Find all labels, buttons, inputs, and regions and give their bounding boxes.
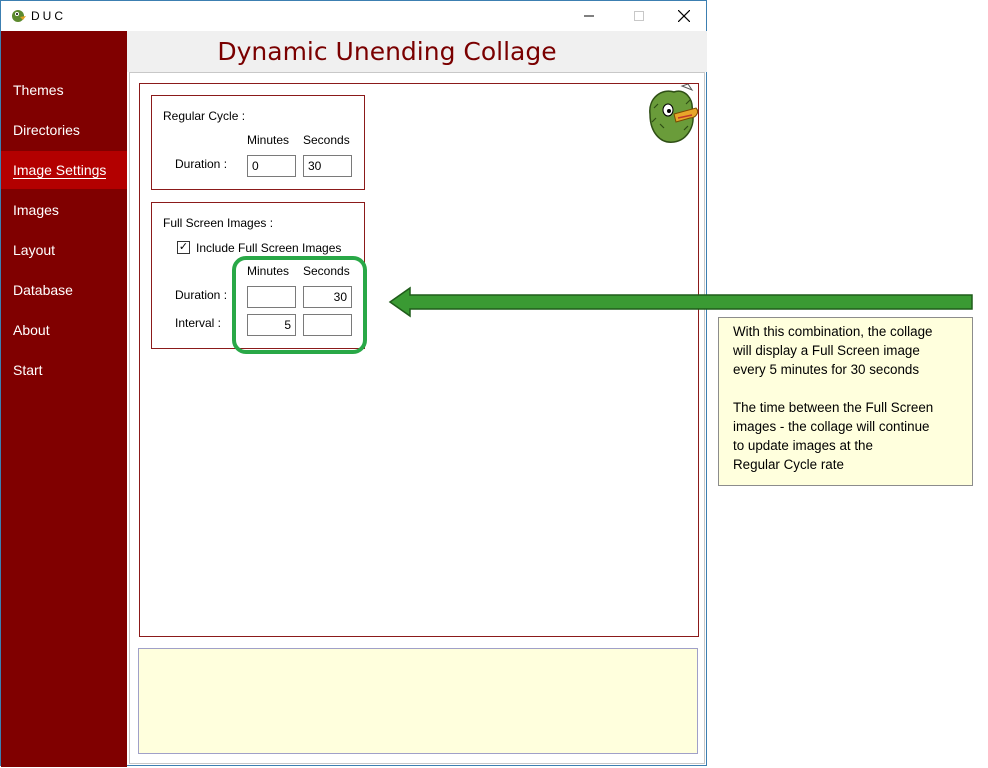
sidebar-item-start[interactable]: Start: [1, 351, 127, 389]
include-full-screen-label: Include Full Screen Images: [196, 241, 342, 255]
minimize-button[interactable]: [566, 1, 612, 31]
sidebar-item-about[interactable]: About: [1, 311, 127, 349]
full-seconds-header: Seconds: [303, 264, 350, 278]
message-area: [138, 648, 698, 754]
sidebar-item-label: Layout: [13, 242, 56, 258]
regular-minutes-header: Minutes: [247, 133, 290, 147]
full-duration-minutes-input[interactable]: [247, 286, 296, 308]
full-duration-seconds-input[interactable]: [303, 286, 352, 308]
maximize-button[interactable]: [616, 1, 662, 31]
close-icon: [678, 10, 690, 22]
sidebar-item-label: Start: [13, 362, 43, 378]
sidebar-item-themes[interactable]: Themes: [1, 71, 127, 109]
regular-cycle-title: Regular Cycle :: [163, 109, 246, 123]
close-button[interactable]: [661, 1, 707, 31]
full-interval-label: Interval :: [175, 316, 222, 330]
note-line: With this combination, the collage: [733, 324, 933, 339]
duck-logo-icon: [649, 84, 699, 143]
sidebar-item-label: Directories: [13, 122, 80, 138]
duck-app-icon: [12, 10, 26, 22]
sidebar-item-directories[interactable]: Directories: [1, 111, 127, 149]
sidebar-nav: Themes Directories Image Settings Images…: [1, 31, 127, 767]
note-line: Regular Cycle rate: [733, 457, 844, 472]
note-line: to update images at the: [733, 438, 873, 453]
include-full-screen-checkbox[interactable]: ✓: [177, 241, 190, 254]
full-interval-minutes-input[interactable]: [247, 314, 296, 336]
sidebar-item-label: Database: [13, 282, 73, 298]
title-bar[interactable]: DUC: [1, 1, 706, 31]
regular-duration-minutes-input[interactable]: [247, 155, 296, 177]
arrow-left-icon: [388, 286, 973, 318]
note-line: images - the collage will continue: [733, 419, 930, 434]
sidebar-item-image-settings[interactable]: Image Settings: [1, 151, 127, 189]
sidebar-item-label: Themes: [13, 82, 64, 98]
sidebar-item-label: Image Settings: [13, 162, 107, 179]
full-screen-title: Full Screen Images :: [163, 216, 274, 230]
full-interval-seconds-input[interactable]: [303, 314, 352, 336]
page-header: Dynamic Unending Collage: [127, 31, 707, 72]
window-title: DUC: [31, 9, 66, 23]
regular-duration-label: Duration :: [175, 157, 228, 171]
full-minutes-header: Minutes: [247, 264, 290, 278]
regular-duration-seconds-input[interactable]: [303, 155, 352, 177]
full-duration-label: Duration :: [175, 288, 228, 302]
sidebar-item-label: Images: [13, 202, 59, 218]
sidebar-item-images[interactable]: Images: [1, 191, 127, 229]
note-line: every 5 minutes for 30 seconds: [733, 362, 920, 377]
maximize-icon: [634, 11, 644, 21]
annotation-note: With this combination, the collage will …: [718, 317, 973, 486]
note-line: The time between the Full Screen: [733, 400, 934, 415]
sidebar-item-layout[interactable]: Layout: [1, 231, 127, 269]
minimize-icon: [584, 15, 594, 17]
sidebar-item-database[interactable]: Database: [1, 271, 127, 309]
page-title: Dynamic Unending Collage: [217, 37, 557, 66]
note-line: will display a Full Screen image: [733, 343, 920, 358]
regular-seconds-header: Seconds: [303, 133, 350, 147]
sidebar-item-label: About: [13, 322, 50, 338]
